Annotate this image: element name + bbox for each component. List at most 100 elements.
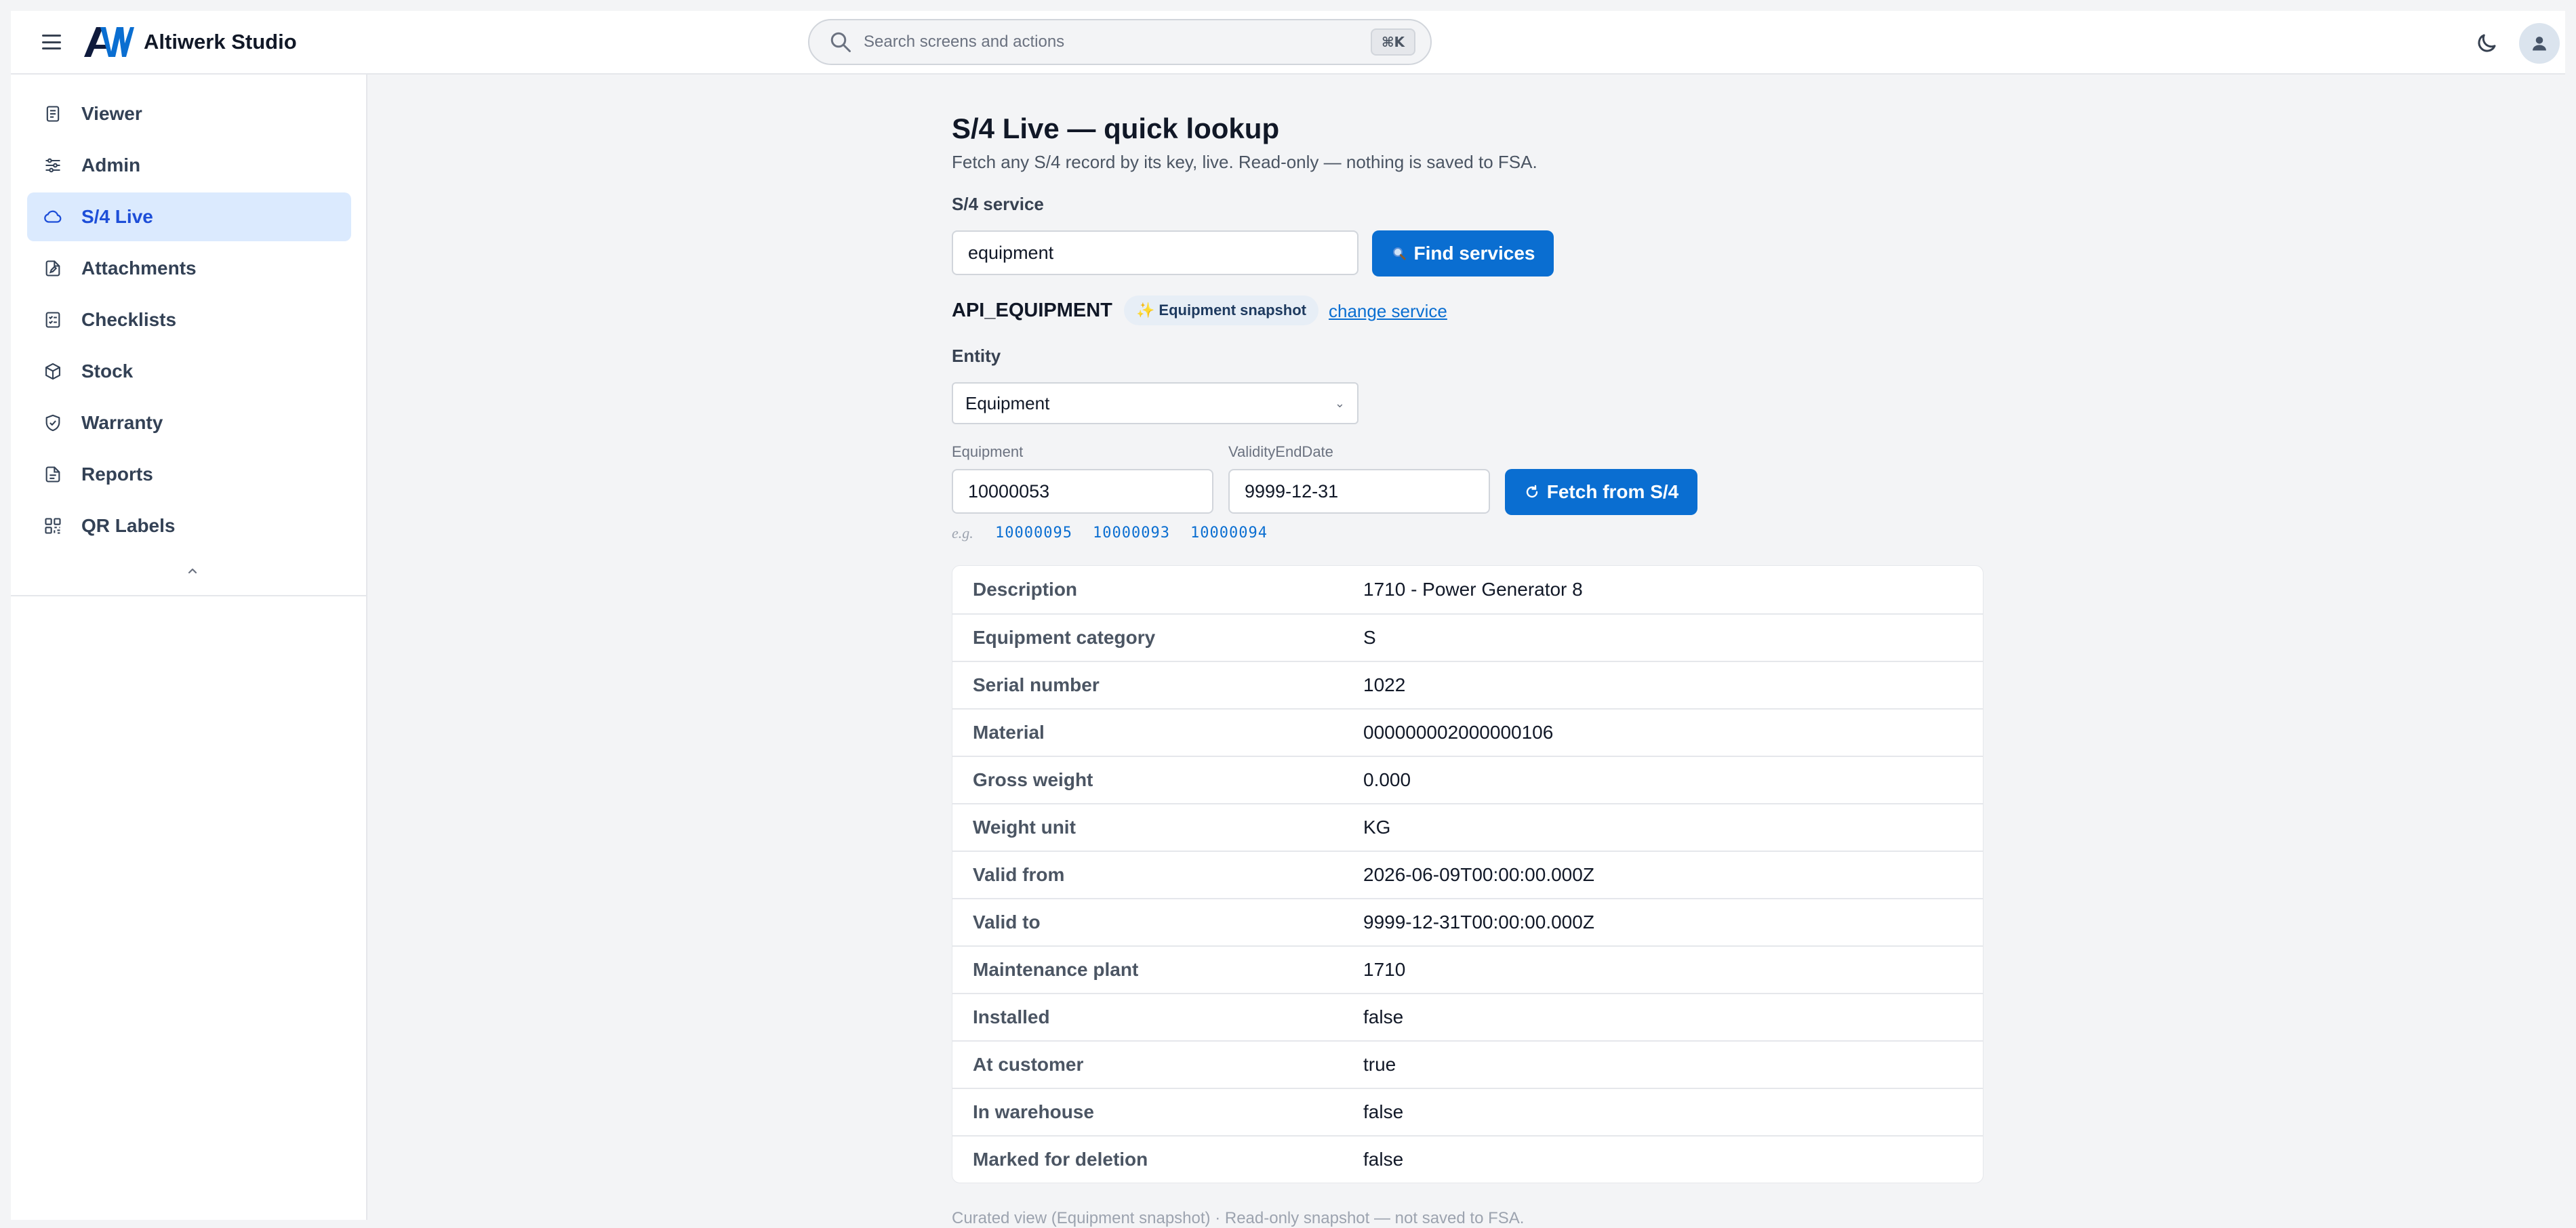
table-row: Valid from 2026-06-09T00:00:00.000Z	[952, 851, 1983, 898]
sidebar-item-label: Admin	[81, 155, 141, 176]
sidebar-item-label: Viewer	[81, 103, 142, 124]
table-row: Serial number 1022	[952, 661, 1983, 708]
chevron-up-icon[interactable]	[184, 562, 201, 579]
sidebar-item-attachments[interactable]: Attachments	[27, 244, 351, 293]
row-key: In warehouse	[973, 1101, 1094, 1122]
sidebar-item-label: S/4 Live	[81, 206, 153, 227]
entity-select[interactable]: Equipment ⌄	[952, 382, 1359, 424]
sidebar-item-label: Checklists	[81, 309, 177, 330]
equipment-input[interactable]	[952, 469, 1213, 514]
example-key-link[interactable]: 10000094	[1190, 525, 1268, 541]
row-key: At customer	[973, 1054, 1084, 1075]
top-bar: Altiwerk Studio ⌘K	[11, 11, 2565, 75]
fetch-from-s4-button[interactable]: Fetch from S/4	[1505, 469, 1697, 515]
examples-label: e.g.	[952, 525, 973, 541]
moon-icon[interactable]	[2474, 31, 2499, 56]
sidebar-nav: Viewer Admin S/4 Live Attachments Checkl…	[27, 89, 351, 553]
row-value: true	[1363, 1054, 1396, 1075]
row-value: 0.000	[1363, 769, 1411, 790]
row-key: Valid to	[973, 912, 1041, 933]
row-key: Description	[973, 579, 1078, 600]
service-name: API_EQUIPMENT	[952, 300, 1112, 321]
find-services-label: Find services	[1413, 243, 1535, 264]
row-value: 1710 - Power Generator 8	[1363, 579, 1583, 600]
row-value: KG	[1363, 817, 1391, 838]
table-row: Equipment category S	[952, 613, 1983, 661]
sidebar-item-label: Stock	[81, 361, 134, 382]
row-value: S	[1363, 627, 1376, 648]
row-key: Maintenance plant	[973, 959, 1139, 980]
shortcut-badge: ⌘K	[1370, 28, 1415, 56]
fetch-label: Fetch from S/4	[1546, 481, 1679, 502]
sidebar-item-checklists[interactable]: Checklists	[27, 295, 351, 344]
row-key: Equipment category	[973, 627, 1156, 648]
checklist-icon	[42, 309, 64, 331]
magnifier-icon	[1391, 245, 1407, 262]
row-key: Installed	[973, 1006, 1050, 1027]
table-row: Material 000000002000000106	[952, 708, 1983, 756]
sidebar-item-stock[interactable]: Stock	[27, 347, 351, 396]
sidebar-item-viewer[interactable]: Viewer	[27, 89, 351, 138]
qr-icon	[42, 515, 64, 537]
row-key: Valid from	[973, 864, 1065, 885]
example-key-link[interactable]: 10000095	[995, 525, 1072, 541]
equipment-field-label: Equipment	[952, 443, 1024, 460]
avatar[interactable]	[2519, 23, 2560, 64]
example-key-link[interactable]: 10000093	[1093, 525, 1170, 541]
search-input[interactable]	[862, 32, 1371, 52]
sidebar-item-label: QR Labels	[81, 515, 176, 536]
row-value: 000000002000000106	[1363, 722, 1554, 743]
sidebar-item-label: Reports	[81, 464, 153, 485]
result-footnote: Curated view (Equipment snapshot) · Read…	[952, 1209, 1525, 1227]
row-value: 9999-12-31T00:00:00.000Z	[1363, 912, 1594, 933]
page-subtitle: Fetch any S/4 record by its key, live. R…	[952, 152, 1537, 172]
service-badge-label: Equipment snapshot	[1159, 302, 1306, 319]
row-value: 2026-06-09T00:00:00.000Z	[1363, 864, 1594, 885]
sidebar-item-label: Attachments	[81, 258, 197, 279]
file-edit-icon	[42, 258, 64, 279]
change-service-link[interactable]: change service	[1329, 301, 1447, 322]
table-row: Gross weight 0.000	[952, 756, 1983, 803]
sidebar-item-qr-labels[interactable]: QR Labels	[27, 502, 351, 550]
result-table: Description 1710 - Power Generator 8 Equi…	[952, 565, 1984, 1183]
table-row: Installed false	[952, 993, 1983, 1040]
row-key: Material	[973, 722, 1045, 743]
cloud-icon	[42, 206, 64, 228]
sidebar-item-warranty[interactable]: Warranty	[27, 398, 351, 447]
search-icon	[830, 32, 851, 52]
row-value: false	[1363, 1006, 1404, 1027]
service-input[interactable]	[952, 230, 1359, 275]
sidebar-item-label: Warranty	[81, 412, 163, 433]
sidebar-item-s4-live[interactable]: S/4 Live	[27, 192, 351, 241]
user-icon	[2533, 37, 2546, 51]
box-icon	[42, 361, 64, 382]
row-value: 1022	[1363, 674, 1406, 695]
row-value: false	[1363, 1101, 1404, 1122]
table-row: Maintenance plant 1710	[952, 945, 1983, 993]
document-icon	[42, 103, 64, 125]
table-row: At customer true	[952, 1040, 1983, 1088]
validity-end-date-label: ValidityEndDate	[1228, 443, 1333, 460]
page-title: S/4 Live — quick lookup	[952, 112, 1280, 144]
sidebar-item-admin[interactable]: Admin	[27, 141, 351, 190]
entity-select-value: Equipment	[965, 392, 1050, 413]
sidebar-item-reports[interactable]: Reports	[27, 450, 351, 499]
service-label: S/4 service	[952, 194, 1044, 214]
table-row: Marked for deletion false	[952, 1135, 1983, 1183]
find-services-button[interactable]: Find services	[1372, 230, 1554, 277]
sidebar-divider	[11, 595, 366, 596]
sparkle-icon: ✨	[1136, 302, 1155, 319]
service-badge: ✨ Equipment snapshot	[1124, 295, 1319, 325]
menu-icon[interactable]	[41, 31, 62, 53]
app-title: Altiwerk Studio	[144, 30, 297, 54]
row-key: Gross weight	[973, 769, 1093, 790]
row-key: Marked for deletion	[973, 1149, 1148, 1170]
global-search[interactable]: ⌘K	[808, 19, 1432, 65]
chevron-down-icon: ⌄	[1334, 396, 1345, 410]
logo	[84, 27, 134, 57]
table-row: Weight unit KG	[952, 803, 1983, 851]
validity-end-date-input[interactable]	[1228, 469, 1490, 514]
shield-check-icon	[42, 412, 64, 434]
row-key: Weight unit	[973, 817, 1076, 838]
sidebar: Viewer Admin S/4 Live Attachments Checkl…	[11, 75, 367, 1220]
